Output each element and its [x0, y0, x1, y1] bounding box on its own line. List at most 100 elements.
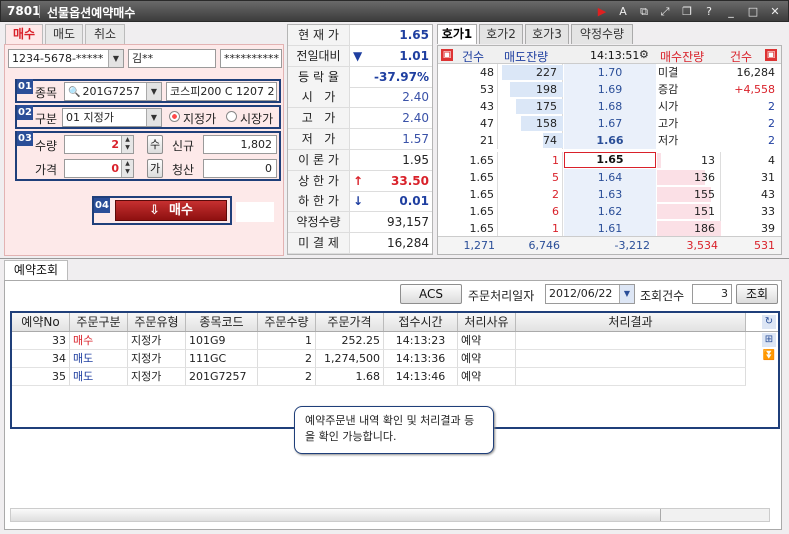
- account-select[interactable]: 1234-5678-***** ▼: [8, 49, 124, 68]
- quote-row: 이 론 가 1.95: [288, 149, 432, 171]
- order-type-select[interactable]: 01 지정가 ▼: [62, 108, 162, 127]
- column-header[interactable]: 처리결과: [516, 313, 746, 331]
- column-header[interactable]: 처리사유: [458, 313, 516, 331]
- resize-icon[interactable]: ⤢: [658, 5, 672, 19]
- quote-label: 하 한 가: [288, 191, 350, 212]
- quote-row: 상 한 가 ↑ 33.50: [288, 170, 432, 192]
- column-header[interactable]: 주문가격: [316, 313, 384, 331]
- bid-left-qty: 1: [499, 220, 563, 237]
- restore-icon[interactable]: ❐: [680, 5, 694, 19]
- tab-sell[interactable]: 매도: [45, 24, 83, 44]
- link-icon[interactable]: ⧉: [637, 5, 651, 19]
- minimize-icon[interactable]: _: [724, 5, 738, 19]
- date-picker[interactable]: 2012/06/22 ▼: [545, 284, 635, 304]
- ask-count: 43: [438, 98, 498, 115]
- radio-limit-label[interactable]: 지정가: [183, 110, 216, 127]
- buy-status-field: [236, 202, 274, 222]
- table-cell: 252.25: [316, 332, 384, 350]
- horizontal-scrollbar[interactable]: [10, 508, 770, 522]
- quote-label: 이 론 가: [288, 149, 350, 170]
- help-icon[interactable]: ?: [702, 5, 716, 19]
- bid-qty-cell: 186: [657, 220, 721, 237]
- bid-qty-cell: 151: [657, 203, 721, 220]
- quote-table: 현 재 가 1.65 전일대비 ▼ 1.01 등 락 율 -37.97% 시 가 2.40 고 가…: [287, 24, 433, 255]
- pin-left-icon[interactable]: ▣: [441, 49, 453, 61]
- play-icon[interactable]: ▶: [595, 5, 609, 19]
- bid-price: 1.61: [564, 220, 656, 237]
- footer-count: 1,271: [463, 239, 496, 252]
- query-button[interactable]: 조회: [736, 284, 778, 304]
- acs-button[interactable]: ACS: [400, 284, 462, 304]
- price-stepper-icon[interactable]: ▲ ▼: [121, 160, 133, 177]
- table-cell: 35: [12, 368, 70, 386]
- quote-label: 고 가: [288, 108, 350, 129]
- column-header[interactable]: 주문수량: [258, 313, 316, 331]
- quote-row: 시 가 2.40: [288, 87, 432, 109]
- change-arrow-icon: ↑: [353, 173, 364, 188]
- tab-hoga2[interactable]: 호가2: [479, 24, 523, 44]
- date-value: 2012/06/22: [549, 287, 613, 300]
- pin-right-icon[interactable]: ▣: [765, 49, 777, 61]
- header-time: 14:13:51: [590, 49, 640, 62]
- radio-limit[interactable]: [169, 111, 180, 122]
- close-icon[interactable]: ✕: [768, 5, 782, 19]
- search-icon[interactable]: 🔍: [68, 87, 80, 98]
- qty-stepper-icon[interactable]: ▲ ▼: [121, 136, 133, 153]
- chevron-down-icon: ▼: [146, 83, 161, 100]
- tab-cancel[interactable]: 취소: [85, 24, 125, 44]
- tab-volume[interactable]: 약정수량: [571, 24, 633, 44]
- ask-side-label: 저가: [658, 134, 679, 147]
- settings-icon[interactable]: ⚙: [639, 48, 649, 61]
- orderbook: ▣ 건수 매도잔량 14:13:51 ⚙ 매수잔량 건수 ▣ 48 227 1.70…: [437, 45, 782, 255]
- table-cell: 1.68: [316, 368, 384, 386]
- buy-button[interactable]: ⇩ 매수: [115, 200, 227, 221]
- column-header[interactable]: 주문유형: [128, 313, 186, 331]
- bid-left-qty: 5: [499, 169, 563, 186]
- quote-row: 미 결 제 16,284: [288, 233, 432, 254]
- bid-left-qty: 6: [499, 203, 563, 220]
- table-cell: [516, 350, 746, 368]
- maximize-icon[interactable]: □: [746, 5, 760, 19]
- table-cell: 101G9: [186, 332, 258, 350]
- qty-input[interactable]: 2 ▲ ▼: [64, 135, 134, 154]
- radio-market-label[interactable]: 시장가: [240, 110, 278, 127]
- ask-side-label: 증감: [658, 83, 679, 96]
- quote-label: 약정수량: [288, 212, 350, 233]
- header-count: 건수: [462, 50, 485, 64]
- tab-reservation-query[interactable]: 예약조회: [4, 260, 68, 281]
- bid-left-price: 1.65: [438, 203, 498, 220]
- ask-qty: 74: [543, 134, 557, 147]
- orderbook-bid-row: 1.65 1 1.65 13 4: [438, 152, 781, 169]
- column-header[interactable]: 접수시간: [384, 313, 458, 331]
- price-unit-button[interactable]: 가: [147, 159, 163, 178]
- orderbook-bid-row: 1.65 6 1.62 151 33: [438, 203, 781, 220]
- quote-label: 전일대비: [288, 45, 350, 66]
- tab-buy[interactable]: 매수: [5, 24, 43, 44]
- quote-value: 93,157: [387, 215, 429, 230]
- column-header[interactable]: 주문구분: [70, 313, 128, 331]
- table-cell: 매수: [70, 332, 128, 350]
- footer-diff: -3,212: [614, 239, 650, 252]
- tab-hoga3[interactable]: 호가3: [525, 24, 569, 44]
- expand-icon[interactable]: ⊞: [762, 333, 776, 347]
- symbol-code-input[interactable]: 🔍 201G7257 ▼: [64, 82, 162, 101]
- tab-hoga1[interactable]: 호가1: [437, 24, 477, 44]
- qty-unit-button[interactable]: 수: [147, 135, 163, 154]
- scrollbar-thumb[interactable]: [11, 509, 661, 521]
- price-input[interactable]: 0 ▲ ▼: [64, 159, 134, 178]
- column-header[interactable]: 예약No: [12, 313, 70, 331]
- radio-market[interactable]: [226, 111, 237, 122]
- quote-row: 현 재 가 1.65: [288, 25, 432, 46]
- quote-value: 1.65: [399, 28, 429, 42]
- bid-count: 4: [768, 154, 775, 167]
- font-icon[interactable]: A: [616, 5, 630, 19]
- column-header[interactable]: 종목코드: [186, 313, 258, 331]
- quote-value: 1.01: [399, 48, 429, 63]
- ask-qty-cell: 74: [499, 132, 563, 149]
- password-field[interactable]: **********: [220, 49, 282, 68]
- orderbook-bid-row: 1.65 5 1.64 136 31: [438, 169, 781, 186]
- refresh-icon[interactable]: ↻: [762, 315, 776, 329]
- scroll-down-icon[interactable]: ⏬: [762, 349, 776, 363]
- table-cell: 지정가: [128, 368, 186, 386]
- ask-count: 21: [438, 132, 498, 149]
